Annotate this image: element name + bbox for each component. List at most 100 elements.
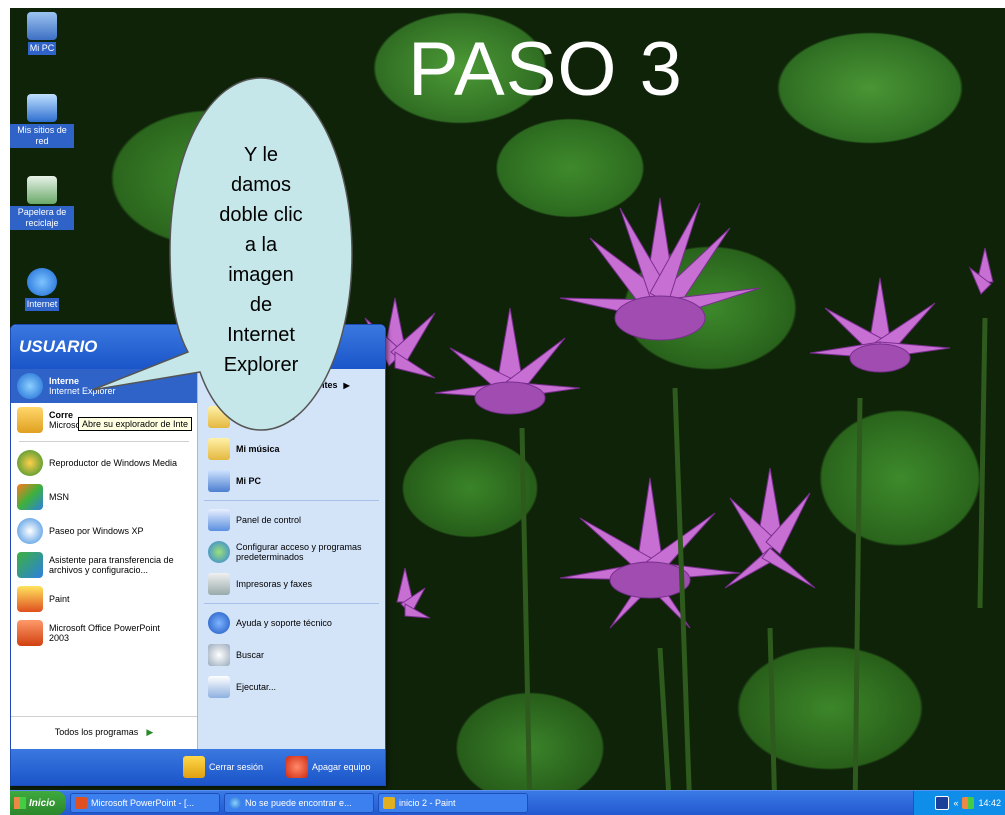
start-item-title: Reproductor de Windows Media xyxy=(49,458,178,468)
start-item-label: Mis imágenes xyxy=(236,412,296,422)
desktop-icon-label: Mi PC xyxy=(27,42,57,55)
start-menu-places: recientes ▶ Mis imágenes Mi música Mi PC… xyxy=(197,369,385,749)
callout-line: Internet xyxy=(227,324,295,346)
folder-icon xyxy=(208,438,230,460)
start-button[interactable]: Inicio xyxy=(10,791,66,815)
callout-line: de xyxy=(249,294,273,316)
callout-line: doble clic xyxy=(219,204,303,226)
taskbar-item-label: No se puede encontrar e... xyxy=(245,798,352,808)
start-item-internet-explorer[interactable]: Interne Internet Explorer xyxy=(11,369,197,403)
network-places-icon xyxy=(27,94,57,122)
start-item-label: Impresoras y faxes xyxy=(236,579,313,589)
divider xyxy=(204,500,379,501)
callout-line: Y le xyxy=(243,144,279,166)
run-icon xyxy=(208,676,230,698)
powerpoint-icon xyxy=(75,797,87,809)
divider xyxy=(204,603,379,604)
start-item-printers[interactable]: Impresoras y faxes xyxy=(198,568,385,600)
my-computer-icon xyxy=(208,470,230,492)
start-item-label: Panel de control xyxy=(236,515,302,525)
taskbar-item-browser[interactable]: No se puede encontrar e... xyxy=(224,793,374,813)
desktop-icon-label: Mis sitios de red xyxy=(10,124,74,148)
start-item-run[interactable]: Ejecutar... xyxy=(198,671,385,703)
start-item-label: Ayuda y soporte técnico xyxy=(236,618,332,628)
paint-icon xyxy=(17,586,43,612)
logoff-label: Cerrar sesión xyxy=(209,762,264,772)
start-item-title: Paint xyxy=(49,594,70,604)
windows-tour-icon xyxy=(17,518,43,544)
callout-line: Explorer xyxy=(223,354,299,376)
start-item-label: recientes xyxy=(298,380,338,390)
arrow-right-icon: ▶ xyxy=(146,726,154,737)
desktop-icon-network-places[interactable]: Mis sitios de red xyxy=(10,94,74,148)
keyboard-icon[interactable] xyxy=(935,796,950,810)
start-item-transfer-wizard[interactable]: Asistente para transferencia de archivos… xyxy=(11,548,197,582)
start-item-windows-tour[interactable]: Paseo por Windows XP xyxy=(11,514,197,548)
start-item-paint[interactable]: Paint xyxy=(11,582,197,616)
taskbar-item-paint[interactable]: inicio 2 - Paint xyxy=(378,793,528,813)
desktop: Mi PC Mis sitios de red Papelera de reci… xyxy=(10,8,1005,815)
outlook-icon xyxy=(17,407,43,433)
windows-logo-icon[interactable] xyxy=(962,797,975,809)
tooltip: Abre su explorador de Inte xyxy=(78,417,193,431)
arrow-right-icon: ▶ xyxy=(343,380,350,390)
logoff-button[interactable]: Cerrar sesión xyxy=(183,756,263,778)
start-item-default-programs[interactable]: Configurar acceso y programas predetermi… xyxy=(198,536,385,568)
start-item-label: Configurar acceso y programas predetermi… xyxy=(236,542,362,562)
internet-explorer-icon xyxy=(229,797,241,809)
msn-icon xyxy=(17,484,43,510)
callout-line: imagen xyxy=(228,264,294,286)
taskbar-item-label: inicio 2 - Paint xyxy=(399,798,456,808)
control-panel-icon xyxy=(208,509,230,531)
start-item-search[interactable]: Buscar xyxy=(198,639,385,671)
printer-icon xyxy=(208,573,230,595)
callout-text: Y le damos doble clic a la imagen de Int… xyxy=(188,140,334,380)
start-item-title: Interne xyxy=(49,376,80,386)
start-item-subtitle: Internet Explorer xyxy=(49,386,116,396)
start-item-help[interactable]: Ayuda y soporte técnico xyxy=(198,607,385,639)
shutdown-button[interactable]: Apagar equipo xyxy=(286,756,371,778)
all-programs-button[interactable]: Todos los programas ▶ xyxy=(11,716,197,747)
my-computer-icon xyxy=(27,12,57,40)
callout-line: damos xyxy=(230,174,292,196)
taskbar-item-label: Microsoft PowerPoint - [... xyxy=(91,798,195,808)
internet-explorer-icon xyxy=(17,373,43,399)
taskbar: Inicio Microsoft PowerPoint - [... No se… xyxy=(10,790,1005,815)
start-item-title: Paseo por Windows XP xyxy=(49,526,144,536)
desktop-icon-recycle-bin[interactable]: Papelera de reciclaje xyxy=(10,176,74,230)
all-programs-label: Todos los programas xyxy=(54,727,139,737)
chevron-left-icon[interactable]: « xyxy=(953,798,958,808)
taskbar-item-powerpoint[interactable]: Microsoft PowerPoint - [... xyxy=(70,793,220,813)
start-item-media-player[interactable]: Reproductor de Windows Media xyxy=(11,446,197,480)
desktop-icon-label: Papelera de reciclaje xyxy=(10,206,74,230)
desktop-icon-my-computer[interactable]: Mi PC xyxy=(10,12,74,55)
power-icon xyxy=(286,756,308,778)
folder-icon xyxy=(208,406,230,428)
start-item-title: Asistente para transferencia de archivos… xyxy=(49,555,174,575)
start-item-title: Microsoft Office PowerPoint 2003 xyxy=(49,623,160,643)
start-button-label: Inicio xyxy=(29,797,56,809)
powerpoint-icon xyxy=(17,620,43,646)
start-item-title: MSN xyxy=(49,492,69,502)
start-menu-footer: Cerrar sesión Apagar equipo xyxy=(11,749,385,785)
start-item-label: Mi música xyxy=(236,444,280,454)
default-programs-icon xyxy=(208,541,230,563)
desktop-icon-internet[interactable]: Internet xyxy=(10,268,74,311)
logoff-icon xyxy=(183,756,205,778)
transfer-wizard-icon xyxy=(17,552,43,578)
start-item-my-computer[interactable]: Mi PC xyxy=(198,465,385,497)
clock: 14:42 xyxy=(978,798,1001,808)
page-title: PASO 3 xyxy=(408,27,683,112)
start-item-powerpoint[interactable]: Microsoft Office PowerPoint 2003 xyxy=(11,616,197,650)
start-item-msn[interactable]: MSN xyxy=(11,480,197,514)
start-item-control-panel[interactable]: Panel de control xyxy=(198,504,385,536)
start-item-my-pictures[interactable]: Mis imágenes xyxy=(198,401,385,433)
start-item-my-music[interactable]: Mi música xyxy=(198,433,385,465)
windows-logo-icon xyxy=(14,797,26,809)
start-item-label: Ejecutar... xyxy=(236,682,277,692)
media-player-icon xyxy=(17,450,43,476)
recycle-bin-icon xyxy=(27,176,57,204)
divider xyxy=(19,441,189,442)
start-menu: USUARIO Interne Internet Explorer Corre Mi… xyxy=(10,324,386,786)
desktop-icon-label: Internet xyxy=(24,298,60,311)
